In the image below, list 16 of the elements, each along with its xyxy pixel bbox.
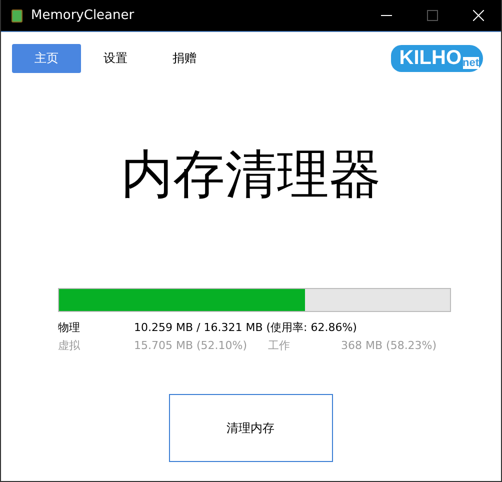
maximize-icon <box>426 10 438 21</box>
minimize-icon <box>380 14 392 16</box>
stat-label: 物理 <box>58 320 81 334</box>
stat-label: 虚拟 <box>58 338 81 352</box>
nav-tab[interactable]: 主页 <box>12 44 81 73</box>
clean-memory-button[interactable]: 清理内存 <box>168 394 332 462</box>
chip-icon <box>11 8 23 22</box>
stat-value: 10.259 MB / 16.321 MB (使用率: 62.86%) <box>134 320 358 334</box>
window-title: MemoryCleaner <box>31 8 136 23</box>
stat-label: 工作 <box>268 338 291 352</box>
close-icon <box>472 10 484 21</box>
app-heading: 内存清理器 <box>120 144 382 207</box>
nav-tab[interactable]: 捐赠 <box>150 44 219 73</box>
stat-value: 368 MB (58.23%) <box>341 338 438 352</box>
stat-value: 15.705 MB (52.10%) <box>134 338 248 352</box>
nav-tab[interactable]: 设置 <box>81 44 150 73</box>
